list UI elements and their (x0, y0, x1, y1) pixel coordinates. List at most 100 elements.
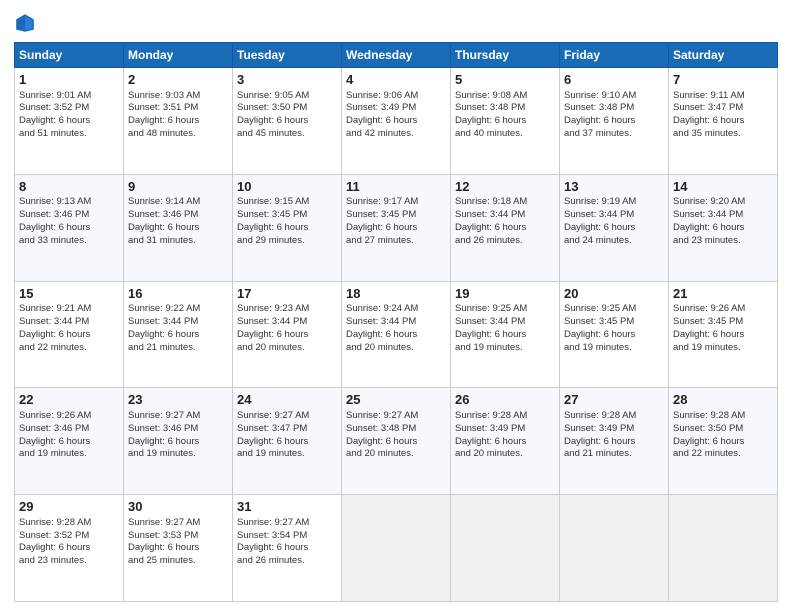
day-number: 28 (673, 391, 773, 409)
day-info: Sunset: 3:48 PM (346, 423, 446, 436)
day-info: Daylight: 6 hours (346, 222, 446, 235)
day-info: and 42 minutes. (346, 128, 446, 141)
calendar-cell: 23Sunrise: 9:27 AMSunset: 3:46 PMDayligh… (124, 388, 233, 495)
day-info: Sunrise: 9:06 AM (346, 90, 446, 103)
day-info: Daylight: 6 hours (19, 115, 119, 128)
day-info: Sunrise: 9:14 AM (128, 196, 228, 209)
day-info: Daylight: 6 hours (673, 222, 773, 235)
calendar-cell: 9Sunrise: 9:14 AMSunset: 3:46 PMDaylight… (124, 174, 233, 281)
calendar-cell: 15Sunrise: 9:21 AMSunset: 3:44 PMDayligh… (15, 281, 124, 388)
day-info: Daylight: 6 hours (564, 115, 664, 128)
day-info: Daylight: 6 hours (128, 222, 228, 235)
calendar-cell: 29Sunrise: 9:28 AMSunset: 3:52 PMDayligh… (15, 495, 124, 602)
calendar-table: SundayMondayTuesdayWednesdayThursdayFrid… (14, 42, 778, 602)
day-info: Sunrise: 9:28 AM (19, 517, 119, 530)
day-info: Sunset: 3:49 PM (346, 102, 446, 115)
day-info: Sunrise: 9:03 AM (128, 90, 228, 103)
calendar-cell: 26Sunrise: 9:28 AMSunset: 3:49 PMDayligh… (451, 388, 560, 495)
day-info: Sunset: 3:49 PM (455, 423, 555, 436)
day-info: Sunset: 3:46 PM (128, 209, 228, 222)
day-info: and 22 minutes. (19, 342, 119, 355)
day-info: and 19 minutes. (564, 342, 664, 355)
day-info: Sunset: 3:44 PM (673, 209, 773, 222)
calendar-cell: 27Sunrise: 9:28 AMSunset: 3:49 PMDayligh… (560, 388, 669, 495)
day-number: 26 (455, 391, 555, 409)
day-info: Sunset: 3:46 PM (19, 209, 119, 222)
calendar-cell: 8Sunrise: 9:13 AMSunset: 3:46 PMDaylight… (15, 174, 124, 281)
day-info: Daylight: 6 hours (673, 329, 773, 342)
day-number: 9 (128, 178, 228, 196)
day-info: and 19 minutes. (128, 448, 228, 461)
day-info: and 26 minutes. (455, 235, 555, 248)
day-number: 7 (673, 71, 773, 89)
calendar-cell (560, 495, 669, 602)
day-number: 20 (564, 285, 664, 303)
day-number: 30 (128, 498, 228, 516)
day-info: and 21 minutes. (128, 342, 228, 355)
day-info: Sunset: 3:52 PM (19, 530, 119, 543)
day-info: and 48 minutes. (128, 128, 228, 141)
day-info: Daylight: 6 hours (673, 436, 773, 449)
day-number: 11 (346, 178, 446, 196)
day-info: Sunrise: 9:27 AM (237, 517, 337, 530)
calendar-cell: 3Sunrise: 9:05 AMSunset: 3:50 PMDaylight… (233, 68, 342, 175)
day-info: Daylight: 6 hours (237, 222, 337, 235)
day-info: Daylight: 6 hours (128, 542, 228, 555)
calendar-cell: 2Sunrise: 9:03 AMSunset: 3:51 PMDaylight… (124, 68, 233, 175)
day-info: Daylight: 6 hours (346, 329, 446, 342)
day-info: Sunrise: 9:20 AM (673, 196, 773, 209)
day-number: 10 (237, 178, 337, 196)
day-info: Daylight: 6 hours (19, 542, 119, 555)
day-info: Daylight: 6 hours (128, 436, 228, 449)
calendar-cell (342, 495, 451, 602)
calendar-cell: 10Sunrise: 9:15 AMSunset: 3:45 PMDayligh… (233, 174, 342, 281)
week-row-3: 15Sunrise: 9:21 AMSunset: 3:44 PMDayligh… (15, 281, 778, 388)
day-info: Sunset: 3:50 PM (237, 102, 337, 115)
day-info: Daylight: 6 hours (455, 115, 555, 128)
day-info: Sunrise: 9:22 AM (128, 303, 228, 316)
week-row-1: 1Sunrise: 9:01 AMSunset: 3:52 PMDaylight… (15, 68, 778, 175)
day-info: Sunset: 3:52 PM (19, 102, 119, 115)
day-info: Sunrise: 9:26 AM (673, 303, 773, 316)
day-number: 2 (128, 71, 228, 89)
day-number: 3 (237, 71, 337, 89)
calendar-cell: 4Sunrise: 9:06 AMSunset: 3:49 PMDaylight… (342, 68, 451, 175)
day-info: Sunset: 3:44 PM (237, 316, 337, 329)
day-info: Sunset: 3:48 PM (455, 102, 555, 115)
day-info: Sunset: 3:44 PM (128, 316, 228, 329)
day-info: Sunrise: 9:24 AM (346, 303, 446, 316)
day-number: 1 (19, 71, 119, 89)
calendar-cell: 5Sunrise: 9:08 AMSunset: 3:48 PMDaylight… (451, 68, 560, 175)
day-info: Sunset: 3:54 PM (237, 530, 337, 543)
calendar-cell: 16Sunrise: 9:22 AMSunset: 3:44 PMDayligh… (124, 281, 233, 388)
calendar-cell: 31Sunrise: 9:27 AMSunset: 3:54 PMDayligh… (233, 495, 342, 602)
day-info: and 33 minutes. (19, 235, 119, 248)
calendar-cell: 22Sunrise: 9:26 AMSunset: 3:46 PMDayligh… (15, 388, 124, 495)
day-number: 23 (128, 391, 228, 409)
calendar-header: SundayMondayTuesdayWednesdayThursdayFrid… (15, 43, 778, 68)
day-number: 6 (564, 71, 664, 89)
day-info: Sunrise: 9:27 AM (346, 410, 446, 423)
day-info: Sunset: 3:51 PM (128, 102, 228, 115)
day-info: Sunset: 3:53 PM (128, 530, 228, 543)
calendar-cell: 20Sunrise: 9:25 AMSunset: 3:45 PMDayligh… (560, 281, 669, 388)
week-row-4: 22Sunrise: 9:26 AMSunset: 3:46 PMDayligh… (15, 388, 778, 495)
day-info: Daylight: 6 hours (564, 436, 664, 449)
logo (14, 12, 40, 34)
day-info: Daylight: 6 hours (564, 329, 664, 342)
calendar-cell (451, 495, 560, 602)
day-info: Daylight: 6 hours (128, 329, 228, 342)
day-info: and 31 minutes. (128, 235, 228, 248)
calendar-cell: 17Sunrise: 9:23 AMSunset: 3:44 PMDayligh… (233, 281, 342, 388)
day-info: and 19 minutes. (673, 342, 773, 355)
header (14, 12, 778, 34)
day-number: 8 (19, 178, 119, 196)
day-number: 31 (237, 498, 337, 516)
calendar-cell: 11Sunrise: 9:17 AMSunset: 3:45 PMDayligh… (342, 174, 451, 281)
day-info: Sunset: 3:47 PM (237, 423, 337, 436)
day-info: Sunset: 3:48 PM (564, 102, 664, 115)
day-number: 16 (128, 285, 228, 303)
day-info: Sunrise: 9:28 AM (455, 410, 555, 423)
calendar-body: 1Sunrise: 9:01 AMSunset: 3:52 PMDaylight… (15, 68, 778, 602)
day-number: 4 (346, 71, 446, 89)
